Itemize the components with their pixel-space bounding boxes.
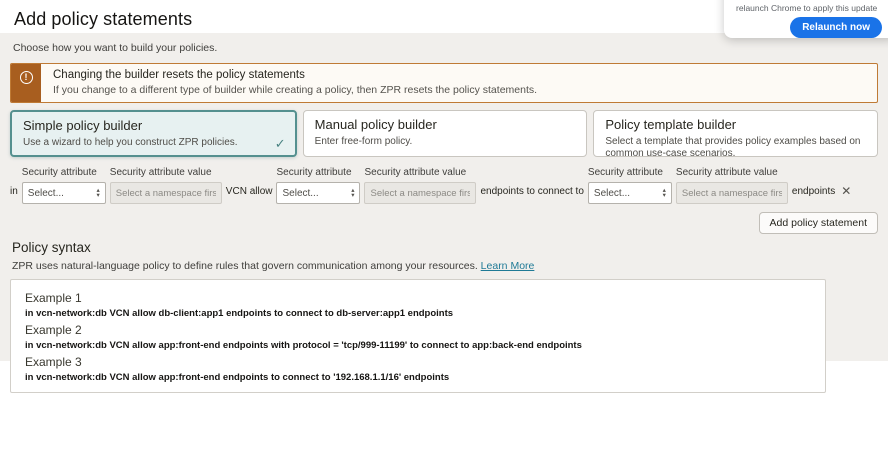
select-stepper-icon: ▴ ▾ <box>351 188 354 198</box>
example-item: Example 2 in vcn-network:db VCN allow ap… <box>25 323 811 351</box>
add-statement-row: Add policy statement <box>10 212 878 234</box>
card-manual-policy-builder[interactable]: Manual policy builder Enter free-form po… <box>303 110 588 157</box>
security-attribute-value-input-1[interactable] <box>110 182 222 204</box>
card-title: Simple policy builder <box>23 118 284 133</box>
chevron-down-icon: ▾ <box>351 193 354 198</box>
example-item: Example 3 in vcn-network:db VCN allow ap… <box>25 355 811 383</box>
security-attribute-value-field-1: Security attribute value <box>110 167 222 204</box>
card-description: Enter free-form policy. <box>315 136 576 148</box>
security-attribute-label: Security attribute <box>276 167 360 178</box>
security-attribute-select-2[interactable]: Select... ▴ ▾ <box>276 182 360 204</box>
card-description: Use a wizard to help you construct ZPR p… <box>23 137 284 149</box>
chevron-down-icon: ▾ <box>97 193 100 198</box>
builder-panel: Choose how you want to build your polici… <box>0 33 888 361</box>
select-value: Select... <box>28 188 64 199</box>
statement-prefix: in <box>10 186 18 204</box>
warning-icon: ! <box>20 71 33 84</box>
security-attribute-select-1[interactable]: Select... ▴ ▾ <box>22 182 106 204</box>
security-attribute-value-field-3: Security attribute value <box>676 167 788 204</box>
example-label: Example 3 <box>25 355 811 369</box>
example-item: Example 1 in vcn-network:db VCN allow db… <box>25 291 811 319</box>
chevron-down-icon: ▾ <box>663 193 666 198</box>
chrome-update-popup: relaunch Chrome to apply this update Rel… <box>724 0 888 38</box>
security-attribute-label: Security attribute <box>588 167 672 178</box>
example-label: Example 2 <box>25 323 811 337</box>
example-statement: in vcn-network:db VCN allow app:front-en… <box>25 340 811 351</box>
card-title: Policy template builder <box>605 117 866 132</box>
security-attribute-value-label: Security attribute value <box>676 167 788 178</box>
add-policy-statement-button[interactable]: Add policy statement <box>759 212 878 234</box>
security-attribute-field-1: Security attribute Select... ▴ ▾ <box>22 167 106 204</box>
warning-banner: ! Changing the builder resets the policy… <box>10 63 878 103</box>
warning-text: Changing the builder resets the policy s… <box>41 64 549 102</box>
select-value: Select... <box>594 188 630 199</box>
select-stepper-icon: ▴ ▾ <box>97 188 100 198</box>
chrome-update-message: relaunch Chrome to apply this update <box>736 3 884 13</box>
security-attribute-field-3: Security attribute Select... ▴ ▾ <box>588 167 672 204</box>
select-stepper-icon: ▴ ▾ <box>663 188 666 198</box>
security-attribute-value-input-2[interactable] <box>364 182 476 204</box>
builder-cards-row: Simple policy builder Use a wizard to he… <box>10 110 878 157</box>
security-attribute-select-3[interactable]: Select... ▴ ▾ <box>588 182 672 204</box>
policy-syntax-description: ZPR uses natural-language policy to defi… <box>12 260 876 272</box>
remove-statement-icon[interactable]: ✕ <box>841 184 851 204</box>
warning-title: Changing the builder resets the policy s… <box>53 69 537 81</box>
example-statement: in vcn-network:db VCN allow app:front-en… <box>25 372 811 383</box>
select-value: Select... <box>282 188 318 199</box>
warning-body: If you change to a different type of bui… <box>53 84 537 96</box>
statement-connector-endpoints-to-connect: endpoints to connect to <box>480 186 583 204</box>
security-attribute-value-field-2: Security attribute value <box>364 167 476 204</box>
policy-statement-row: in Security attribute Select... ▴ ▾ Secu… <box>10 167 878 204</box>
statement-suffix-endpoints: endpoints <box>792 186 835 204</box>
security-attribute-field-2: Security attribute Select... ▴ ▾ <box>276 167 360 204</box>
relaunch-now-button[interactable]: Relaunch now <box>790 17 882 38</box>
statement-connector-vcn-allow: VCN allow <box>226 186 273 204</box>
policy-examples-box: Example 1 in vcn-network:db VCN allow db… <box>10 279 826 393</box>
policy-syntax-description-text: ZPR uses natural-language policy to defi… <box>12 260 478 272</box>
learn-more-link[interactable]: Learn More <box>481 260 535 272</box>
card-title: Manual policy builder <box>315 117 576 132</box>
selected-check-icon: ✓ <box>275 136 286 152</box>
example-label: Example 1 <box>25 291 811 305</box>
example-statement: in vcn-network:db VCN allow db-client:ap… <box>25 308 811 319</box>
security-attribute-label: Security attribute <box>22 167 106 178</box>
panel-subtitle: Choose how you want to build your polici… <box>13 42 875 54</box>
security-attribute-value-input-3[interactable] <box>676 182 788 204</box>
card-simple-policy-builder[interactable]: Simple policy builder Use a wizard to he… <box>10 110 297 157</box>
policy-syntax-heading: Policy syntax <box>12 240 876 255</box>
security-attribute-value-label: Security attribute value <box>110 167 222 178</box>
card-description: Select a template that provides policy e… <box>605 136 866 160</box>
warning-accent-bar: ! <box>11 64 41 102</box>
card-policy-template-builder[interactable]: Policy template builder Select a templat… <box>593 110 878 157</box>
security-attribute-value-label: Security attribute value <box>364 167 476 178</box>
